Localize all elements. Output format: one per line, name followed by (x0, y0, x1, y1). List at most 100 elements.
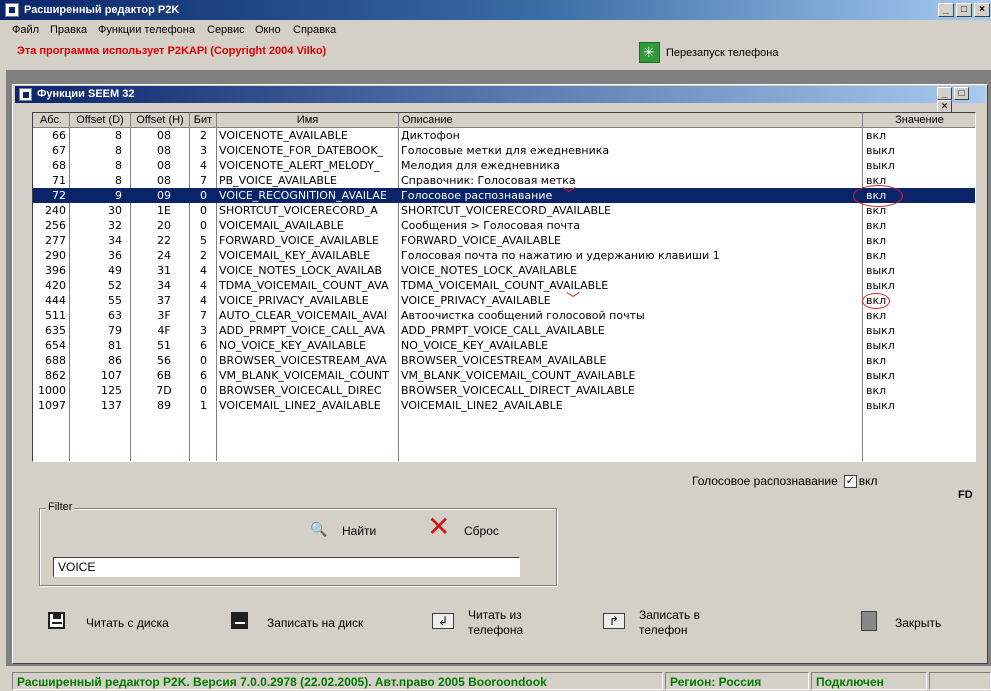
cell-name: VOICE_RECOGNITION_AVAILAE (219, 189, 387, 202)
cell-name: NO_VOICE_KEY_AVAILABLE (219, 339, 367, 352)
table-row[interactable]: 67 8 08 3 VOICENOTE_FOR_DATEBOOK_ Голосовые м… (33, 143, 975, 158)
seem-window-title-bar: Функции SEEM 32 _ □× (15, 86, 985, 113)
header-bit[interactable]: Бит (190, 113, 217, 128)
header-offset-h[interactable]: Offset (H) (131, 113, 190, 128)
table-row[interactable]: 396 49 31 4 VOICE_NOTES_LOCK_AVAILAB VOICE_NO… (33, 263, 975, 278)
menu-file[interactable]: Файл (12, 24, 39, 36)
cell-bit: 0 (200, 384, 207, 397)
cell-abs: 256 (45, 219, 66, 232)
cell-abs: 511 (45, 309, 66, 322)
minimize-icon[interactable]: _ (937, 87, 952, 100)
cell-abs: 290 (45, 249, 66, 262)
cell-name: SHORTCUT_VOICERECORD_A (219, 204, 378, 217)
cell-name: VOICENOTE_AVAILABLE (219, 129, 348, 142)
seem-window-controls: _ □× (935, 87, 985, 113)
voice-recognition-toggle[interactable]: Голосовое распознавание ✓ вкл (692, 474, 878, 489)
filter-input[interactable] (53, 557, 520, 577)
table-row[interactable]: 635 79 4F 3 ADD_PRMPT_VOICE_CALL_AVA ADD_PRMP… (33, 323, 975, 338)
header-description[interactable]: Описание (399, 113, 863, 128)
table-row[interactable]: 654 81 51 6 NO_VOICE_KEY_AVAILABLE NO_VOICE_K… (33, 338, 975, 353)
cell-bit: 4 (200, 294, 207, 307)
table-row[interactable]: 1097 137 89 1 VOICEMAIL_LINE2_AVAILABLE VOICE… (33, 398, 975, 413)
cell-description: NO_VOICE_KEY_AVAILABLE (401, 339, 549, 352)
header-name[interactable]: Имя (217, 113, 399, 128)
table-row[interactable]: 68 8 08 4 VOICENOTE_ALERT_MELODY_ Мелодия для… (33, 158, 975, 173)
read-from-phone-label-1: Читать из (468, 608, 522, 622)
voice-recognition-checkbox[interactable]: ✓ (843, 475, 857, 489)
cell-name: VOICEMAIL_LINE2_AVAILABLE (219, 399, 381, 412)
cell-offset-d: 55 (108, 294, 122, 307)
disk-save-icon (231, 612, 248, 629)
menu-help[interactable]: Справка (293, 24, 336, 36)
header-value[interactable]: Значение (863, 113, 975, 128)
maximize-icon[interactable]: □ (954, 87, 969, 100)
cell-value: выкл (866, 144, 895, 157)
table-row[interactable]: 862 107 6B 6 VM_BLANK_VOICEMAIL_COUNT VM_BLAN… (33, 368, 975, 383)
menu-service[interactable]: Сервис (207, 24, 245, 36)
cell-value: вкл (866, 384, 887, 397)
header-offset-d[interactable]: Offset (D) (70, 113, 131, 128)
table-row[interactable]: 290 36 24 2 VOICEMAIL_KEY_AVAILABLE Голосовая… (33, 248, 975, 263)
table-row[interactable]: 277 34 22 5 FORWARD_VOICE_AVAILABLE FORWARD_V… (33, 233, 975, 248)
cell-offset-h: 08 (157, 129, 171, 142)
table-row[interactable]: 1000 125 7D 0 BROWSER_VOICECALL_DIREC BROWSER… (33, 383, 975, 398)
cell-offset-d: 8 (115, 129, 122, 142)
table-row[interactable]: 444 55 37 4 VOICE_PRIVACY_AVAILABLE VOICE_PRI… (33, 293, 975, 308)
header-abs[interactable]: Абс. (33, 113, 70, 128)
table-row[interactable]: 240 30 1E 0 SHORTCUT_VOICERECORD_A SHORTCUT_V… (33, 203, 975, 218)
menu-bar: Файл Правка Функции телефона Сервис Окно… (0, 20, 991, 40)
cell-offset-d: 8 (115, 174, 122, 187)
table-row[interactable]: 256 32 20 0 VOICEMAIL_AVAILABLE Сообщения > Г… (33, 218, 975, 233)
reset-label: Сброс (464, 524, 499, 538)
cell-offset-h: 08 (157, 174, 171, 187)
minimize-icon[interactable]: _ (938, 3, 954, 17)
table-row[interactable]: 72 9 09 0 VOICE_RECOGNITION_AVAILAE Голосовое… (33, 188, 975, 203)
cell-name: BROWSER_VOICECALL_DIREC (219, 384, 382, 397)
cell-value: выкл (866, 159, 895, 172)
cell-value: вкл (866, 234, 887, 247)
cell-offset-d: 8 (115, 144, 122, 157)
table-row[interactable]: 420 52 34 4 TDMA_VOICEMAIL_COUNT_AVA TDMA_VOI… (33, 278, 975, 293)
table-row[interactable]: 688 86 56 0 BROWSER_VOICESTREAM_AVA BROWSER_V… (33, 353, 975, 368)
cell-name: FORWARD_VOICE_AVAILABLE (219, 234, 379, 247)
cell-offset-h: 6B (156, 369, 172, 382)
table-row[interactable]: 71 8 08 7 PB_VOICE_AVAILABLE Справочник: Голо… (33, 173, 975, 188)
menu-window[interactable]: Окно (255, 24, 281, 36)
cell-name: VOICE_PRIVACY_AVAILABLE (219, 294, 369, 307)
annotation-circle (862, 293, 890, 309)
cell-abs: 635 (45, 324, 66, 337)
cell-bit: 4 (200, 264, 207, 277)
table-header: Абс. Offset (D) Offset (H) Бит Имя Описа… (33, 113, 975, 128)
cell-name: PB_VOICE_AVAILABLE (219, 174, 337, 187)
cell-offset-h: 4F (157, 324, 171, 337)
cell-offset-d: 125 (101, 384, 122, 397)
cell-value: вкл (866, 219, 887, 232)
cell-value: выкл (866, 399, 895, 412)
annotation-tick-icon: ﹀ (562, 186, 576, 202)
cell-name: VOICE_NOTES_LOCK_AVAILAB (219, 264, 383, 277)
phone-download-icon: ↲ (432, 613, 454, 629)
cell-value: выкл (866, 324, 895, 337)
table-row[interactable]: 66 8 08 2 VOICENOTE_AVAILABLE Диктофон вкл (33, 128, 975, 143)
menu-edit[interactable]: Правка (50, 24, 87, 36)
write-to-phone-label-1: Записать в (639, 608, 700, 622)
cell-value: вкл (866, 309, 887, 322)
cell-description: Диктофон (401, 129, 460, 142)
cell-offset-d: 79 (108, 324, 122, 337)
cell-abs: 444 (45, 294, 66, 307)
status-version: Расширенный редактор P2K. Версия 7.0.0.2… (12, 672, 663, 690)
cell-offset-h: 51 (157, 339, 171, 352)
menu-phone-functions[interactable]: Функции телефона (98, 24, 195, 36)
app-title: Расширенный редактор P2K (24, 4, 180, 16)
filter-legend: Filter (46, 501, 75, 513)
cell-offset-h: 56 (157, 354, 171, 367)
table-row[interactable]: 511 63 3F 7 AUTO_CLEAR_VOICEMAIL_AVAI Автоочи… (33, 308, 975, 323)
cell-abs: 862 (45, 369, 66, 382)
maximize-icon[interactable]: □ (956, 3, 972, 17)
cell-name: ADD_PRMPT_VOICE_CALL_AVA (219, 324, 386, 337)
close-icon[interactable]: × (974, 3, 990, 17)
cell-abs: 1097 (38, 399, 66, 412)
cell-description: Голосовое распознавание (401, 189, 553, 202)
cell-offset-d: 8 (115, 159, 122, 172)
cell-abs: 654 (45, 339, 66, 352)
